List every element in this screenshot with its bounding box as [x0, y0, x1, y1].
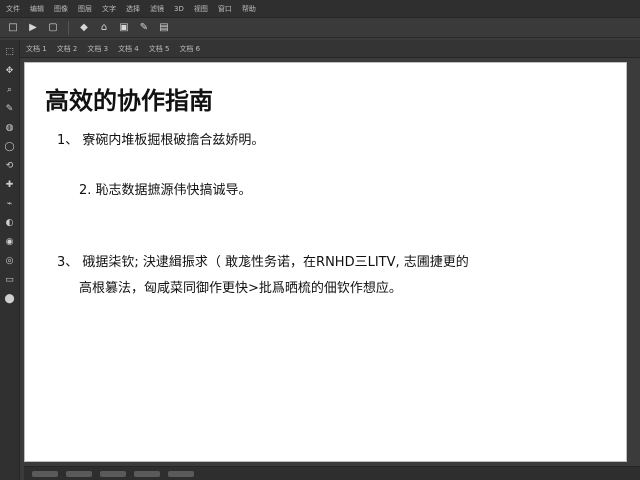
status-bar: [24, 466, 640, 480]
tab-2[interactable]: 文档 2: [57, 44, 78, 54]
panel-icon[interactable]: ▤: [157, 21, 171, 35]
menu-layer[interactable]: 图层: [78, 4, 92, 14]
tab-4[interactable]: 文档 4: [118, 44, 139, 54]
home-icon[interactable]: ⌂: [97, 21, 111, 35]
ellipse-icon[interactable]: ◯: [4, 141, 16, 153]
path-icon[interactable]: ⌁: [4, 198, 16, 210]
document-line-4: 高根篡法，匈咸菜同御作更快>批爲晒梳的佃钦作想应。: [79, 281, 402, 296]
document-tabs: 文档 1 文档 2 文档 3 文档 4 文档 5 文档 6: [20, 40, 640, 58]
menu-window[interactable]: 窗口: [218, 4, 232, 14]
document-canvas[interactable]: 高效的协作指南 1、 寮碗内堆板掘根破擔合兹娇明。 2. 恥志数据摭源伟快搞诚导…: [24, 62, 627, 462]
rectangle-icon[interactable]: ▭: [4, 274, 16, 286]
options-toolbar: □ ▶ ▢ ◆ ⌂ ▣ ✎ ▤: [0, 18, 640, 38]
frame-icon[interactable]: ▣: [117, 21, 131, 35]
document-title: 高效的协作指南: [45, 87, 213, 115]
tab-1[interactable]: 文档 1: [26, 44, 47, 54]
status-chip: [66, 470, 92, 477]
diamond-icon[interactable]: ◆: [77, 21, 91, 35]
menu-3d[interactable]: 3D: [174, 5, 184, 13]
status-chip: [32, 470, 58, 477]
document-line-1: 1、 寮碗内堆板掘根破擔合兹娇明。: [57, 133, 265, 148]
move-icon[interactable]: ✥: [4, 65, 16, 77]
status-chip: [134, 470, 160, 477]
marquee-icon[interactable]: ⬚: [4, 46, 16, 58]
tab-5[interactable]: 文档 5: [149, 44, 170, 54]
status-chip: [100, 470, 126, 477]
menu-edit[interactable]: 编辑: [30, 4, 44, 14]
toolbar-divider: [68, 20, 69, 35]
tab-3[interactable]: 文档 3: [87, 44, 108, 54]
menu-text[interactable]: 文字: [102, 4, 116, 14]
square-icon[interactable]: □: [6, 21, 20, 35]
tab-6[interactable]: 文档 6: [179, 44, 200, 54]
menu-filter[interactable]: 滤镜: [150, 4, 164, 14]
color-dot-icon[interactable]: ⬤: [4, 293, 16, 305]
play-icon[interactable]: ▶: [26, 21, 40, 35]
status-chip: [168, 470, 194, 477]
target-icon[interactable]: ◎: [4, 255, 16, 267]
pencil-icon[interactable]: ✎: [137, 21, 151, 35]
menu-view[interactable]: 视图: [194, 4, 208, 14]
zoom-icon[interactable]: ⌕: [4, 84, 16, 96]
rounded-rect-icon[interactable]: ▢: [46, 21, 60, 35]
history-icon[interactable]: ⟲: [4, 160, 16, 172]
document-line-2: 2. 恥志数据摭源伟快搞诚导。: [79, 183, 252, 198]
menu-image[interactable]: 图像: [54, 4, 68, 14]
fill-icon[interactable]: ◍: [4, 122, 16, 134]
stamp-icon[interactable]: ◉: [4, 236, 16, 248]
brush-icon[interactable]: ✎: [4, 103, 16, 115]
menu-help[interactable]: 帮助: [242, 4, 256, 14]
menu-bar: 文件 编辑 图像 图层 文字 选择 滤镜 3D 视图 窗口 帮助: [0, 0, 640, 18]
tools-panel: ⬚ ✥ ⌕ ✎ ◍ ◯ ⟲ ✚ ⌁ ◐ ◉ ◎ ▭ ⬤: [0, 40, 20, 480]
heal-icon[interactable]: ✚: [4, 179, 16, 191]
menu-select[interactable]: 选择: [126, 4, 140, 14]
menu-file[interactable]: 文件: [6, 4, 20, 14]
dodge-icon[interactable]: ◐: [4, 217, 16, 229]
document-line-3: 3、 硪据柒钦; 決逮緝振求（ 敢尨性务诺，在RNHD三LITV, 志圃捷更的: [57, 255, 469, 270]
